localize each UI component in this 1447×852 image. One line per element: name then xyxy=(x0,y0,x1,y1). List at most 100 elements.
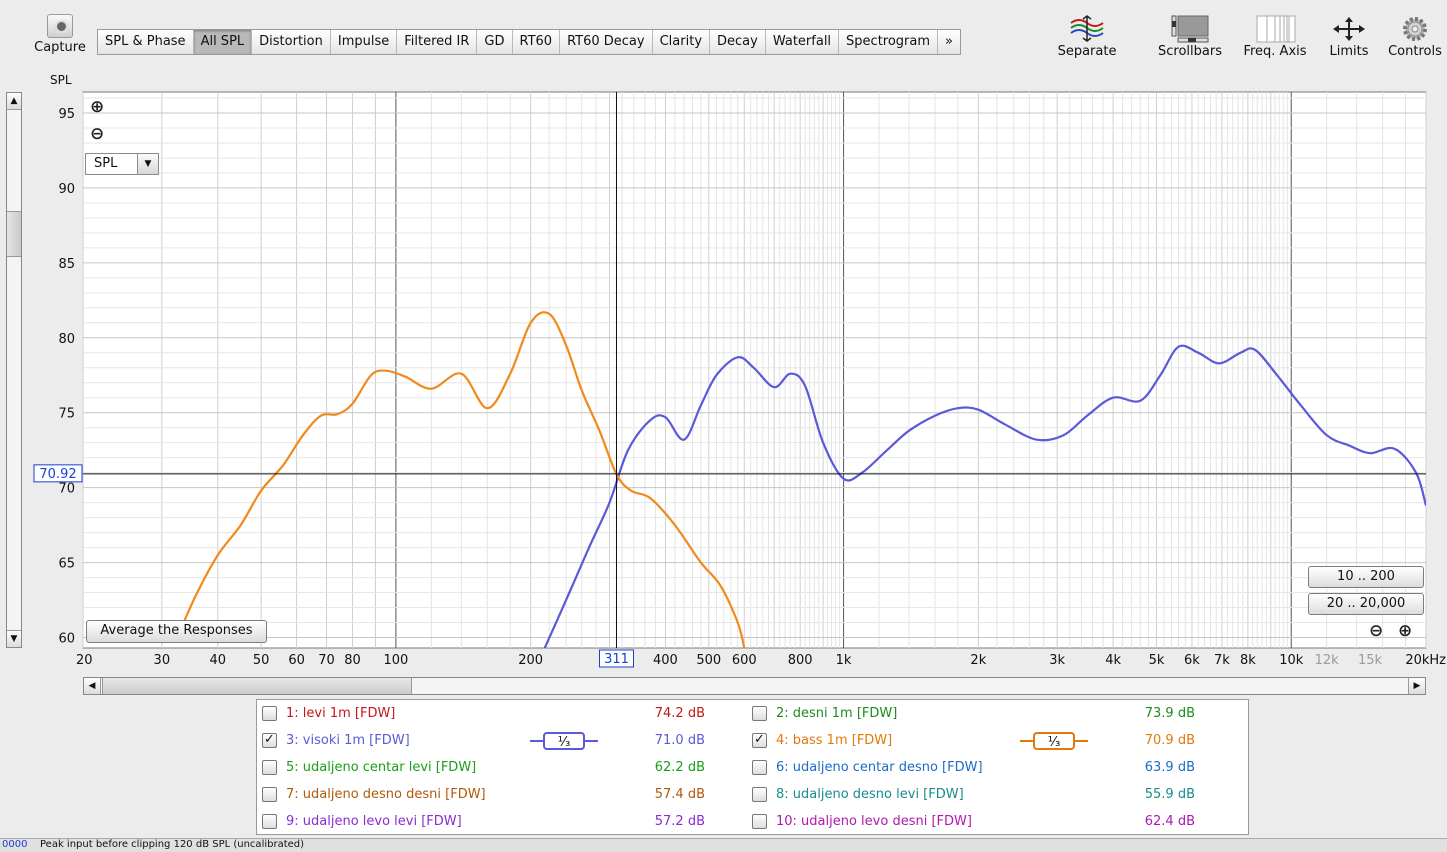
smoothing-indicator[interactable]: ¹⁄₃ xyxy=(1020,731,1090,751)
legend-item-3: ✓ 3: visoki 1m [FDW] ¹⁄₃ 71.0 dB xyxy=(262,731,742,751)
legend-value: 55.9 dB xyxy=(1144,787,1195,802)
legend-name: 7: udaljeno desno desni [FDW] xyxy=(286,787,486,802)
legend-value: 71.0 dB xyxy=(654,733,705,748)
x-tick-label: 500 xyxy=(696,653,721,668)
legend-value: 74.2 dB xyxy=(654,706,705,721)
x-tick-label: 60 xyxy=(288,653,305,668)
x-tick-label: 400 xyxy=(653,653,678,668)
y-tick-label: 85 xyxy=(58,257,75,272)
legend-value: 57.4 dB xyxy=(654,787,705,802)
svg-text:¹⁄₃: ¹⁄₃ xyxy=(1048,735,1061,750)
legend-name: 2: desni 1m [FDW] xyxy=(776,706,898,721)
x-tick-label: 7k xyxy=(1214,653,1230,668)
legend-checkbox-4[interactable]: ✓ xyxy=(752,733,767,748)
legend-item-6: 6: udaljeno centar desno [FDW] 63.9 dB xyxy=(752,758,1232,778)
x-tick-label: 10k xyxy=(1279,653,1304,668)
legend-name: 5: udaljeno centar levi [FDW] xyxy=(286,760,477,775)
legend-checkbox-6[interactable] xyxy=(752,760,767,775)
legend-name: 6: udaljeno centar desno [FDW] xyxy=(776,760,983,775)
legend-name: 4: bass 1m [FDW] xyxy=(776,733,893,748)
legend-value: 62.2 dB xyxy=(654,760,705,775)
y-tick-label: 70 xyxy=(58,482,75,497)
legend-checkbox-1[interactable] xyxy=(262,706,277,721)
x-tick-label: 80 xyxy=(344,653,361,668)
smoothing-indicator[interactable]: ¹⁄₃ xyxy=(530,731,600,751)
y-tick-label: 90 xyxy=(58,182,75,197)
status-text: Peak input before clipping 120 dB SPL (u… xyxy=(40,839,305,850)
legend-checkbox-7[interactable] xyxy=(262,787,277,802)
spl-type-value: SPL xyxy=(94,156,118,171)
x-tick-label: 40 xyxy=(209,653,226,668)
legend-item-8: 8: udaljeno desno levi [FDW] 55.9 dB xyxy=(752,785,1232,805)
legend-value: 70.9 dB xyxy=(1144,733,1195,748)
cursor-y-label: 70.92 xyxy=(39,467,76,482)
legend-item-10: 10: udaljeno levo desni [FDW] 62.4 dB xyxy=(752,812,1232,832)
legend-value: 62.4 dB xyxy=(1144,814,1195,829)
legend-checkbox-3[interactable]: ✓ xyxy=(262,733,277,748)
horizontal-scrollbar[interactable]: ◀ ▶ xyxy=(83,677,1426,695)
spl-chart[interactable]: 60 65 70 75 80 85 90 95 20 30 40 50 60 70 80 100 200 400 5… xyxy=(0,0,1447,675)
status-number: 0000 xyxy=(2,839,28,850)
legend-checkbox-5[interactable] xyxy=(262,760,277,775)
x-tick-label: 1k xyxy=(836,653,852,668)
zoom-out-icon[interactable]: ⊖ xyxy=(90,124,104,144)
x-tick-label: 800 xyxy=(788,653,813,668)
x-tick-label: 30 xyxy=(154,653,171,668)
smoothing-icon: ¹⁄₃ xyxy=(530,732,598,750)
y-tick-label: 60 xyxy=(58,632,75,647)
legend-item-5: 5: udaljeno centar levi [FDW] 62.2 dB xyxy=(262,758,742,778)
cursor-x-label: 311 xyxy=(604,652,629,667)
zoom-out-x-icon[interactable]: ⊖ xyxy=(1369,621,1383,641)
status-bar: 0000 Peak input before clipping 120 dB S… xyxy=(0,838,1447,852)
y-tick-label: 65 xyxy=(58,557,75,572)
x-tick-label: 600 xyxy=(732,653,757,668)
legend-checkbox-2[interactable] xyxy=(752,706,767,721)
legend-item-2: 2: desni 1m [FDW] 73.9 dB xyxy=(752,704,1232,724)
legend-checkbox-10[interactable] xyxy=(752,814,767,829)
spl-type-select[interactable]: SPL ▼ xyxy=(85,153,159,175)
x-tick-label: 20 xyxy=(76,653,93,668)
legend-value: 73.9 dB xyxy=(1144,706,1195,721)
average-responses-button[interactable]: Average the Responses xyxy=(86,620,267,643)
measurement-legend: 1: levi 1m [FDW] 74.2 dB 2: desni 1m [FDW]… xyxy=(256,699,1249,835)
legend-checkbox-9[interactable] xyxy=(262,814,277,829)
y-tick-label: 95 xyxy=(58,107,75,122)
legend-name: 1: levi 1m [FDW] xyxy=(286,706,396,721)
x-tick-label: 2k xyxy=(970,653,986,668)
x-tick-label: 5k xyxy=(1149,653,1165,668)
x-tick-label: 100 xyxy=(383,653,408,668)
range-20-20000-button[interactable]: 20 .. 20,000 xyxy=(1308,593,1424,615)
legend-checkbox-8[interactable] xyxy=(752,787,767,802)
legend-item-9: 9: udaljeno levo levi [FDW] 57.2 dB xyxy=(262,812,742,832)
x-tick-label: 8k xyxy=(1240,653,1256,668)
x-tick-label: 200 xyxy=(518,653,543,668)
legend-name: 8: udaljeno desno levi [FDW] xyxy=(776,787,964,802)
legend-item-1: 1: levi 1m [FDW] 74.2 dB xyxy=(262,704,742,724)
x-tick-label: 3k xyxy=(1049,653,1065,668)
chevron-down-icon[interactable]: ▼ xyxy=(137,154,158,174)
x-tick-label: 6k xyxy=(1184,653,1200,668)
x-tick-label: 15k xyxy=(1358,653,1383,668)
legend-value: 63.9 dB xyxy=(1144,760,1195,775)
legend-item-7: 7: udaljeno desno desni [FDW] 57.4 dB xyxy=(262,785,742,805)
scroll-left-icon[interactable]: ◀ xyxy=(84,678,101,694)
legend-value: 57.2 dB xyxy=(654,814,705,829)
x-tick-label: 4k xyxy=(1105,653,1121,668)
x-tick-label: 12k xyxy=(1315,653,1340,668)
horizontal-scroll-thumb[interactable] xyxy=(102,678,412,694)
x-tick-label: 70 xyxy=(318,653,335,668)
legend-name: 3: visoki 1m [FDW] xyxy=(286,733,410,748)
smoothing-icon: ¹⁄₃ xyxy=(1020,732,1088,750)
zoom-in-icon[interactable]: ⊕ xyxy=(90,97,104,117)
legend-item-4: ✓ 4: bass 1m [FDW] ¹⁄₃ 70.9 dB xyxy=(752,731,1232,751)
legend-name: 10: udaljeno levo desni [FDW] xyxy=(776,814,972,829)
x-tick-label: 50 xyxy=(253,653,270,668)
x-tick-label: 20kHz xyxy=(1405,653,1446,668)
scroll-right-icon[interactable]: ▶ xyxy=(1408,678,1425,694)
zoom-in-x-icon[interactable]: ⊕ xyxy=(1398,621,1412,641)
range-10-200-button[interactable]: 10 .. 200 xyxy=(1308,566,1424,588)
legend-name: 9: udaljeno levo levi [FDW] xyxy=(286,814,462,829)
y-tick-label: 80 xyxy=(58,332,75,347)
svg-text:¹⁄₃: ¹⁄₃ xyxy=(558,735,571,750)
y-tick-label: 75 xyxy=(58,407,75,422)
